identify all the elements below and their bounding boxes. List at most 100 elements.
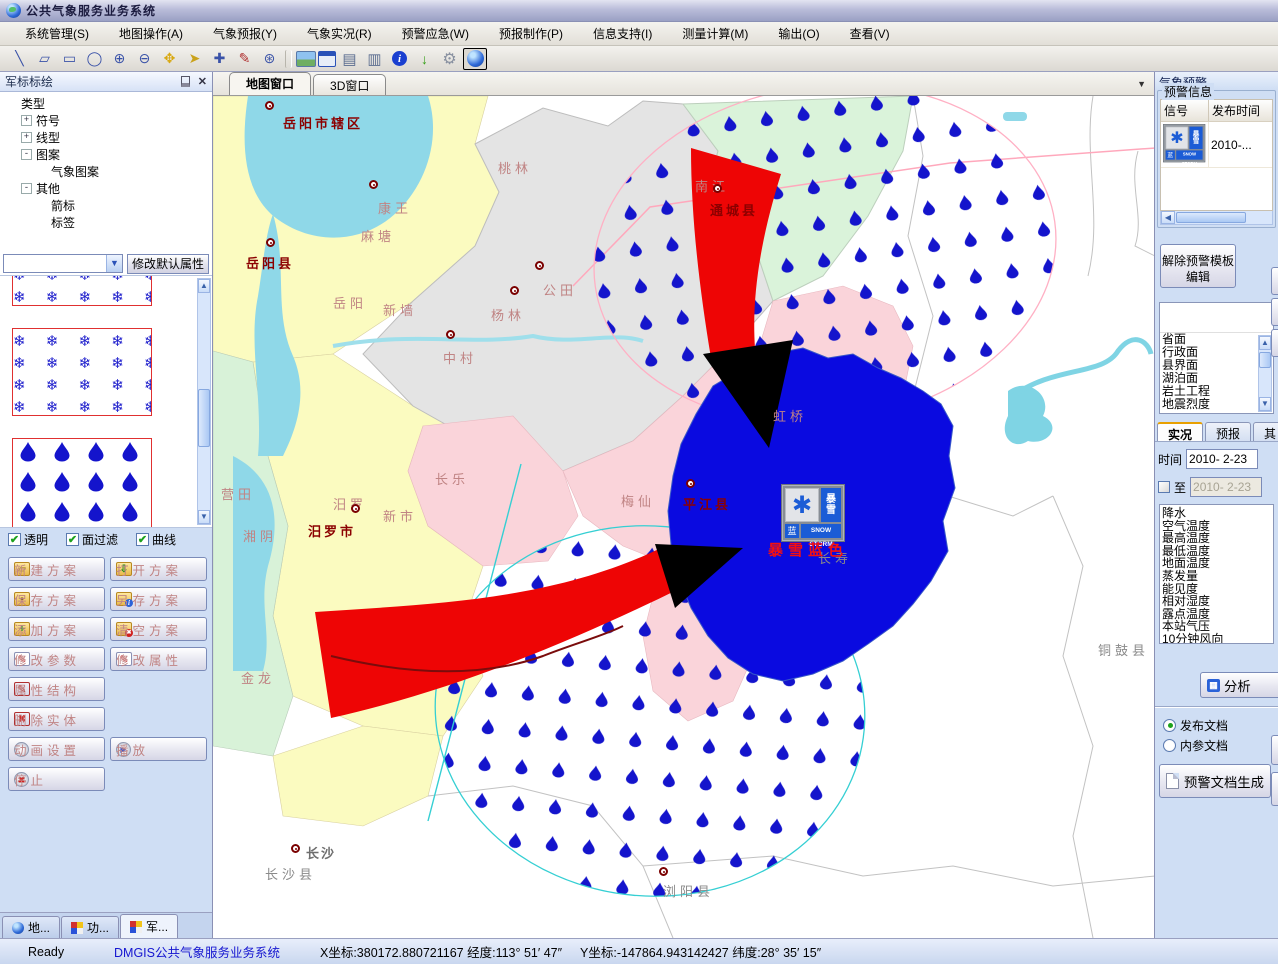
- data-mode-tab[interactable]: 实况: [1157, 422, 1203, 441]
- action-button[interactable]: 停止: [8, 767, 105, 791]
- menu-item[interactable]: 预报制作(P): [484, 22, 578, 45]
- toolbar-icon[interactable]: ✎: [233, 48, 256, 69]
- option-checkbox[interactable]: 透明: [8, 531, 48, 548]
- element-list-item[interactable]: 蒸发量: [1162, 570, 1273, 583]
- menu-item[interactable]: 信息支持(I): [578, 22, 667, 45]
- panel-tab[interactable]: 地...: [2, 916, 60, 938]
- scroll-down-icon[interactable]: ▼: [1259, 397, 1271, 411]
- table-horizontal-scrollbar[interactable]: ◀: [1160, 211, 1273, 225]
- menu-item[interactable]: 气象实况(R): [292, 22, 387, 45]
- release-warning-template-button[interactable]: 解除预警模板编辑: [1160, 244, 1236, 288]
- toolbar-icon[interactable]: [318, 51, 336, 67]
- element-list-item[interactable]: 相对湿度: [1162, 595, 1273, 608]
- menu-item[interactable]: 气象预报(Y): [198, 22, 292, 45]
- scroll-thumb[interactable]: [1176, 212, 1246, 223]
- clipped-button-sliver[interactable]: [1271, 735, 1278, 765]
- action-button[interactable]: 保存方案: [8, 587, 105, 611]
- element-list-item[interactable]: 10分钟风向: [1162, 633, 1273, 644]
- tree-toggle-icon[interactable]: -: [21, 149, 32, 160]
- tree-node[interactable]: - 其他: [0, 180, 212, 197]
- scroll-up-icon[interactable]: ▲: [198, 279, 210, 293]
- element-list-item[interactable]: 最高温度: [1162, 532, 1273, 545]
- option-checkbox[interactable]: 面过滤: [66, 531, 118, 548]
- toolbar-icon[interactable]: ⊖: [133, 48, 156, 69]
- tree-node[interactable]: + 线型: [0, 129, 212, 146]
- action-button[interactable]: 删除实体: [8, 707, 105, 731]
- scroll-track[interactable]: [198, 293, 210, 510]
- action-button[interactable]: 修改参数: [8, 647, 105, 671]
- action-button[interactable]: 添加方案: [8, 617, 105, 641]
- data-mode-tab[interactable]: 其: [1253, 422, 1278, 441]
- menu-item[interactable]: 系统管理(S): [10, 22, 104, 45]
- scroll-thumb[interactable]: [1259, 352, 1271, 368]
- tree-toggle-icon[interactable]: +: [21, 115, 32, 126]
- map-canvas[interactable]: 岳阳市辖区桃林康王麻塘岳阳县岳阳新墙公田杨林中村南江通城县虹桥长乐营田汨罗新市湘…: [213, 96, 1154, 938]
- checkbox-icon[interactable]: [8, 533, 21, 546]
- map-window-tab[interactable]: 地图窗口: [229, 72, 311, 95]
- menu-item[interactable]: 输出(O): [763, 22, 834, 45]
- action-button[interactable]: 另存方案: [110, 587, 207, 611]
- tab-list-dropdown-icon[interactable]: ▼: [1137, 79, 1146, 89]
- action-button[interactable]: 修改属性: [110, 647, 207, 671]
- toolbar-icon[interactable]: [296, 51, 316, 67]
- toolbar-icon[interactable]: ◯: [83, 48, 106, 69]
- action-button[interactable]: 新建方案: [8, 557, 105, 581]
- swatch-scrollbar[interactable]: ▲ ▼: [197, 278, 211, 525]
- pattern-swatch[interactable]: [12, 438, 152, 528]
- toolbar-icon[interactable]: ╲: [8, 48, 31, 69]
- column-header-time[interactable]: 发布时间: [1209, 100, 1273, 121]
- action-button[interactable]: 动画设置: [8, 737, 105, 761]
- tree-node[interactable]: - 图案: [0, 146, 212, 163]
- scroll-thumb[interactable]: [198, 389, 210, 447]
- layer-list-box[interactable]: 省面行政面县界面湖泊面岩土工程地震烈度 ▲ ▼: [1159, 302, 1274, 414]
- pattern-swatch[interactable]: [12, 328, 152, 416]
- tree-node[interactable]: 箭标: [0, 197, 212, 214]
- action-button[interactable]: 播放: [110, 737, 207, 761]
- warning-signal-table[interactable]: 信号 发布时间 ✱ 暴雪 蓝 SNOW STORM: [1160, 99, 1273, 211]
- toolbar-icon[interactable]: ▤: [338, 48, 361, 69]
- tree-node[interactable]: 类型: [0, 95, 212, 112]
- modify-default-attr-button[interactable]: 修改默认属性: [127, 254, 209, 274]
- doc-radio-row[interactable]: 发布文档: [1163, 716, 1278, 734]
- radio-icon[interactable]: [1163, 719, 1176, 732]
- layer-list-item[interactable]: 地震烈度: [1162, 398, 1273, 411]
- toolbar-icon[interactable]: ⊛: [258, 48, 281, 69]
- toolbar-icon[interactable]: ▥: [363, 48, 386, 69]
- action-button[interactable]: 打开方案: [110, 557, 207, 581]
- scroll-down-icon[interactable]: ▼: [198, 510, 210, 524]
- menu-item[interactable]: 预警应急(W): [387, 22, 484, 45]
- layer-list-scrollbar[interactable]: ▲ ▼: [1258, 335, 1272, 412]
- tree-toggle-icon[interactable]: +: [21, 132, 32, 143]
- toolbar-icon[interactable]: ↓: [413, 48, 436, 69]
- clipped-button-sliver[interactable]: [1271, 298, 1278, 326]
- toolbar-icon[interactable]: i: [388, 48, 411, 69]
- weather-element-list[interactable]: 降水空气温度最高温度最低温度地面温度蒸发量能见度相对湿度露点温度本站气压10分钟…: [1159, 504, 1274, 644]
- pin-icon[interactable]: [181, 76, 190, 87]
- analyze-button[interactable]: ▦ 分析: [1200, 672, 1278, 698]
- toolbar-icon[interactable]: ⊕: [108, 48, 131, 69]
- scroll-left-icon[interactable]: ◀: [1161, 211, 1175, 224]
- menu-item[interactable]: 地图操作(A): [104, 22, 198, 45]
- column-header-signal[interactable]: 信号: [1161, 100, 1209, 121]
- tree-node[interactable]: + 符号: [0, 112, 212, 129]
- option-checkbox[interactable]: 曲线: [136, 531, 176, 548]
- close-icon[interactable]: ✕: [198, 75, 207, 88]
- tree-toggle-icon[interactable]: -: [21, 183, 32, 194]
- time-input[interactable]: [1186, 449, 1258, 469]
- clipped-button-sliver[interactable]: [1271, 329, 1278, 357]
- clipped-button-sliver[interactable]: [1271, 772, 1278, 806]
- toolbar-icon[interactable]: ➤: [183, 48, 206, 69]
- map-window-tab[interactable]: 3D窗口: [313, 74, 386, 95]
- menu-item[interactable]: 查看(V): [835, 22, 905, 45]
- end-time-checkbox[interactable]: [1158, 481, 1170, 493]
- toolbar-icon[interactable]: ⚙: [438, 48, 461, 69]
- panel-tab[interactable]: 功...: [61, 916, 119, 938]
- action-button[interactable]: 属性结构: [8, 677, 105, 701]
- panel-tab[interactable]: 军...: [120, 914, 178, 938]
- pattern-swatch[interactable]: [12, 276, 152, 306]
- action-button[interactable]: 清空方案: [110, 617, 207, 641]
- toolbar-icon[interactable]: [285, 50, 292, 68]
- radio-icon[interactable]: [1163, 739, 1176, 752]
- generate-warning-document-button[interactable]: 预警文档生成: [1159, 764, 1271, 798]
- table-row[interactable]: ✱ 暴雪 蓝 SNOW STORM 2010-...: [1161, 122, 1272, 168]
